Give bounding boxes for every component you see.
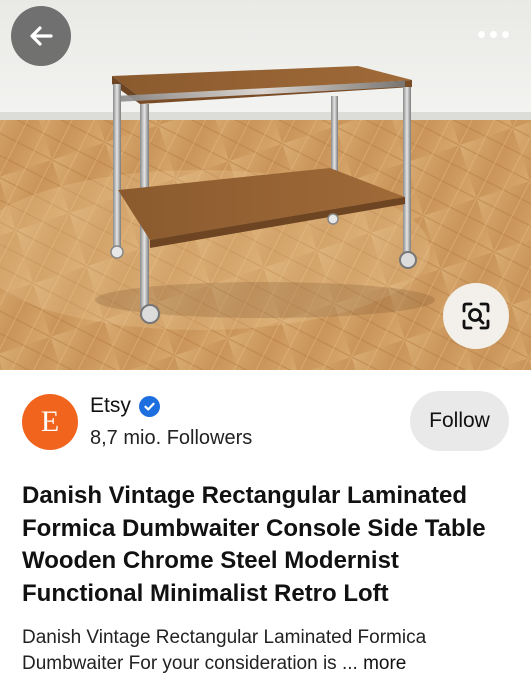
creator-row: E Etsy 8,7 mio. Followers Follow: [22, 391, 512, 456]
follower-count: 8,7 mio. Followers: [90, 427, 253, 449]
ellipsis-icon: [477, 30, 485, 38]
follow-button[interactable]: Follow: [410, 391, 509, 451]
visual-search-button[interactable]: [443, 283, 509, 349]
pin-description: Danish Vintage Rectangular Laminated For…: [22, 625, 522, 677]
arrow-left-icon: [29, 26, 53, 46]
visual-search-icon: [460, 300, 492, 332]
avatar[interactable]: E: [22, 394, 78, 450]
more-options-button[interactable]: [473, 22, 513, 46]
pin-image[interactable]: [0, 0, 531, 370]
back-button[interactable]: [11, 6, 71, 66]
pin-title: Danish Vintage Rectangular Laminated For…: [22, 482, 486, 607]
verified-badge-icon: [138, 395, 160, 417]
creator-name[interactable]: Etsy: [90, 394, 131, 418]
ellipsis-icon: [489, 30, 497, 38]
more-link[interactable]: more: [363, 653, 406, 674]
creator-name-row[interactable]: Etsy: [90, 394, 160, 418]
ellipsis-icon: [501, 30, 509, 38]
